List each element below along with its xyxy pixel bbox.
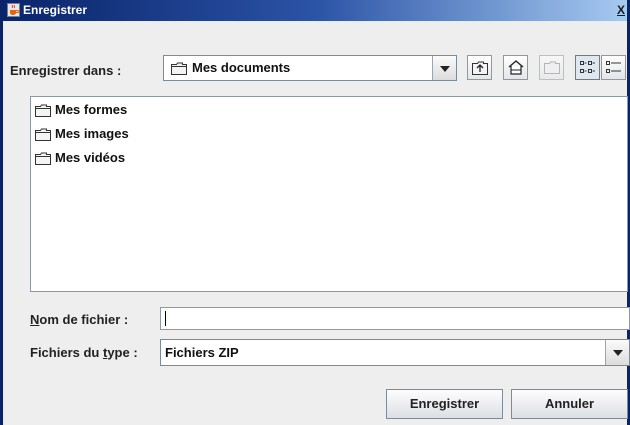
file-name: Mes formes — [55, 102, 128, 117]
close-button[interactable]: X — [617, 2, 627, 19]
chevron-down-icon[interactable] — [605, 340, 629, 365]
filetype-label: Fichiers du type : — [30, 345, 138, 360]
folder-icon — [35, 152, 51, 165]
home-icon — [508, 60, 524, 75]
file-list[interactable]: Mes formes Mes images Mes vidéos — [30, 96, 628, 292]
java-cup-icon — [7, 3, 20, 17]
list-view-icon — [580, 61, 595, 73]
details-view-button[interactable] — [601, 55, 626, 80]
filetype-value: Fichiers ZIP — [165, 345, 239, 360]
up-folder-icon — [472, 61, 488, 75]
save-button[interactable]: Enregistrer — [386, 389, 503, 419]
list-view-button[interactable] — [575, 55, 600, 80]
new-folder-icon — [544, 61, 560, 74]
file-name: Mes images — [55, 126, 129, 141]
file-name: Mes vidéos — [55, 150, 126, 165]
title-bar[interactable]: Enregistrer X — [3, 0, 627, 21]
save-in-label: Enregistrer dans : — [10, 63, 122, 78]
filetype-combo[interactable]: Fichiers ZIP — [160, 339, 630, 366]
folder-icon — [35, 104, 51, 117]
details-view-icon — [606, 61, 621, 73]
cancel-button[interactable]: Annuler — [511, 389, 628, 419]
filename-label: Nom de fichier : — [30, 312, 129, 327]
chevron-down-icon[interactable] — [432, 56, 456, 80]
window-title: Enregistrer — [23, 3, 88, 17]
filename-input[interactable] — [160, 307, 630, 330]
text-caret — [165, 311, 166, 326]
home-button[interactable] — [503, 55, 528, 80]
save-in-value: Mes documents — [192, 60, 291, 75]
new-folder-button[interactable] — [539, 55, 564, 80]
save-in-combo[interactable]: Mes documents — [163, 55, 457, 81]
up-one-level-button[interactable] — [467, 55, 492, 80]
folder-icon — [35, 128, 51, 141]
save-dialog: Enregistrer X Enregistrer dans : Mes doc… — [0, 0, 630, 425]
folder-icon — [171, 62, 187, 75]
